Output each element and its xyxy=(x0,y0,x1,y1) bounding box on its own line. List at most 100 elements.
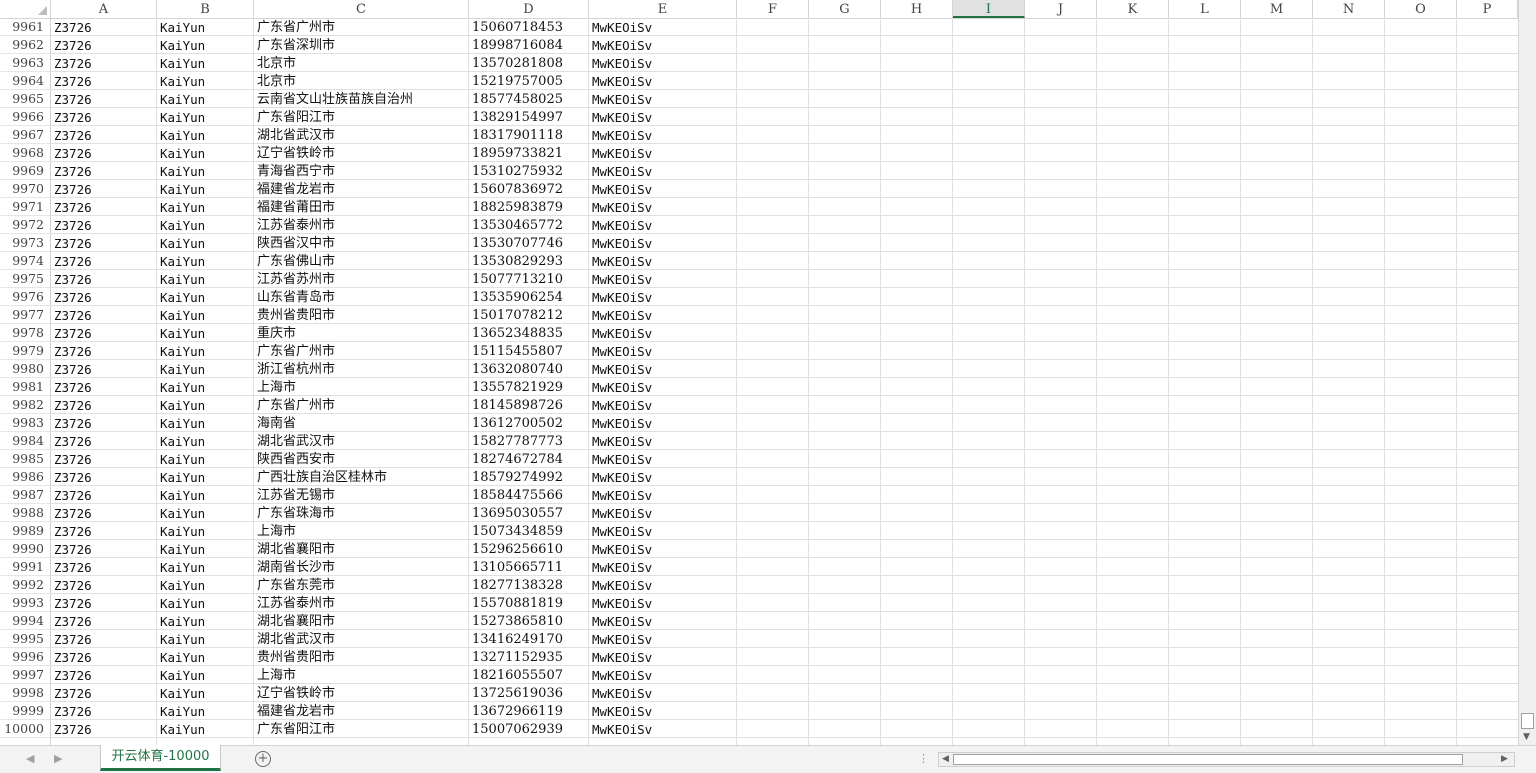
cell-a[interactable]: Z3726 xyxy=(51,666,156,684)
cell-a[interactable]: Z3726 xyxy=(51,342,156,360)
row-header[interactable]: 9976 xyxy=(0,288,51,306)
vertical-dots-icon[interactable]: ⋮ xyxy=(918,752,929,765)
row-header[interactable]: 9972 xyxy=(0,216,51,234)
cell-e[interactable]: MwKEOiSv xyxy=(589,432,736,450)
cell-b[interactable]: KaiYun xyxy=(157,594,253,612)
row-header[interactable]: 9985 xyxy=(0,450,51,468)
cell-c[interactable]: 福建省龙岩市 xyxy=(254,180,468,198)
cell-d[interactable]: 13530829293 xyxy=(469,252,588,270)
cell-a[interactable]: Z3726 xyxy=(51,648,156,666)
cell-a[interactable]: Z3726 xyxy=(51,432,156,450)
cell-a[interactable]: Z3726 xyxy=(51,252,156,270)
cell-a[interactable]: Z3726 xyxy=(51,180,156,198)
cell-d[interactable]: 15060718453 xyxy=(469,18,588,36)
cell-a[interactable]: Z3726 xyxy=(51,144,156,162)
cell-e[interactable]: MwKEOiSv xyxy=(589,468,736,486)
cell-c[interactable]: 北京市 xyxy=(254,72,468,90)
cell-c[interactable]: 辽宁省铁岭市 xyxy=(254,684,468,702)
sheet-tab-active[interactable]: 开云体育-10000 xyxy=(100,745,221,771)
cell-d[interactable]: 13105665711 xyxy=(469,558,588,576)
cell-b[interactable]: KaiYun xyxy=(157,648,253,666)
cell-b[interactable]: KaiYun xyxy=(157,684,253,702)
cell-e[interactable]: MwKEOiSv xyxy=(589,360,736,378)
cell-c[interactable]: 福建省龙岩市 xyxy=(254,702,468,720)
cell-b[interactable]: KaiYun xyxy=(157,360,253,378)
cell-e[interactable]: MwKEOiSv xyxy=(589,180,736,198)
cell-a[interactable]: Z3726 xyxy=(51,234,156,252)
scroll-right-arrow-icon[interactable]: ▶ xyxy=(1501,753,1508,766)
row-header[interactable]: 9988 xyxy=(0,504,51,522)
row-header[interactable]: 9983 xyxy=(0,414,51,432)
cell-c[interactable]: 浙江省杭州市 xyxy=(254,360,468,378)
cell-c[interactable]: 广东省佛山市 xyxy=(254,252,468,270)
plus-circle-icon[interactable]: + xyxy=(255,751,271,767)
row-header[interactable]: 9968 xyxy=(0,144,51,162)
column-header-k[interactable]: K xyxy=(1097,0,1169,18)
cell-b[interactable]: KaiYun xyxy=(157,306,253,324)
cell-a[interactable]: Z3726 xyxy=(51,324,156,342)
row-header[interactable]: 9999 xyxy=(0,702,51,720)
cell-a[interactable]: Z3726 xyxy=(51,396,156,414)
cell-a[interactable]: Z3726 xyxy=(51,468,156,486)
cell-b[interactable]: KaiYun xyxy=(157,198,253,216)
cell-c[interactable]: 上海市 xyxy=(254,666,468,684)
cell-d[interactable]: 13271152935 xyxy=(469,648,588,666)
cell-c[interactable]: 湖北省襄阳市 xyxy=(254,540,468,558)
cell-c[interactable]: 江苏省泰州市 xyxy=(254,594,468,612)
cell-e[interactable]: MwKEOiSv xyxy=(589,54,736,72)
cell-e[interactable]: MwKEOiSv xyxy=(589,198,736,216)
row-header[interactable]: 9962 xyxy=(0,36,51,54)
row-header[interactable]: 9964 xyxy=(0,72,51,90)
cell-c[interactable]: 云南省文山壮族苗族自治州 xyxy=(254,90,468,108)
cell-d[interactable]: 18277138328 xyxy=(469,576,588,594)
row-header[interactable]: 9992 xyxy=(0,576,51,594)
cell-e[interactable]: MwKEOiSv xyxy=(589,558,736,576)
row-header[interactable]: 9994 xyxy=(0,612,51,630)
column-header-d[interactable]: D xyxy=(469,0,589,18)
cell-b[interactable]: KaiYun xyxy=(157,630,253,648)
cell-e[interactable]: MwKEOiSv xyxy=(589,216,736,234)
cell-c[interactable]: 广东省深圳市 xyxy=(254,36,468,54)
cell-b[interactable]: KaiYun xyxy=(157,576,253,594)
cell-d[interactable]: 18145898726 xyxy=(469,396,588,414)
cell-b[interactable]: KaiYun xyxy=(157,54,253,72)
cell-a[interactable]: Z3726 xyxy=(51,216,156,234)
cell-b[interactable]: KaiYun xyxy=(157,414,253,432)
cell-c[interactable]: 贵州省贵阳市 xyxy=(254,648,468,666)
cell-b[interactable]: KaiYun xyxy=(157,666,253,684)
cell-d[interactable]: 15273865810 xyxy=(469,612,588,630)
cell-e[interactable]: MwKEOiSv xyxy=(589,684,736,702)
row-header[interactable]: 9989 xyxy=(0,522,51,540)
cell-d[interactable]: 15115455807 xyxy=(469,342,588,360)
cell-b[interactable]: KaiYun xyxy=(157,216,253,234)
cell-e[interactable]: MwKEOiSv xyxy=(589,414,736,432)
cell-d[interactable]: 15570881819 xyxy=(469,594,588,612)
cell-d[interactable]: 13557821929 xyxy=(469,378,588,396)
cell-d[interactable]: 13416249170 xyxy=(469,630,588,648)
row-header[interactable]: 9993 xyxy=(0,594,51,612)
cell-a[interactable]: Z3726 xyxy=(51,612,156,630)
horizontal-scrollbar[interactable]: ◀ ▶ xyxy=(938,752,1515,767)
cell-a[interactable]: Z3726 xyxy=(51,450,156,468)
cell-b[interactable]: KaiYun xyxy=(157,432,253,450)
cell-d[interactable]: 13612700502 xyxy=(469,414,588,432)
cell-c[interactable]: 上海市 xyxy=(254,522,468,540)
cell-a[interactable]: Z3726 xyxy=(51,504,156,522)
cell-b[interactable]: KaiYun xyxy=(157,126,253,144)
cell-a[interactable]: Z3726 xyxy=(51,306,156,324)
cell-a[interactable]: Z3726 xyxy=(51,288,156,306)
cell-d[interactable]: 18317901118 xyxy=(469,126,588,144)
cell-a[interactable]: Z3726 xyxy=(51,486,156,504)
chevron-left-icon[interactable]: ◀ xyxy=(26,752,34,765)
cell-d[interactable]: 18579274992 xyxy=(469,468,588,486)
cell-c[interactable]: 广东省广州市 xyxy=(254,396,468,414)
cell-b[interactable]: KaiYun xyxy=(157,486,253,504)
cell-b[interactable]: KaiYun xyxy=(157,522,253,540)
cell-d[interactable]: 15607836972 xyxy=(469,180,588,198)
cell-a[interactable]: Z3726 xyxy=(51,522,156,540)
cell-b[interactable]: KaiYun xyxy=(157,90,253,108)
cell-b[interactable]: KaiYun xyxy=(157,702,253,720)
row-header[interactable]: 9991 xyxy=(0,558,51,576)
column-header-n[interactable]: N xyxy=(1313,0,1385,18)
cell-c[interactable]: 湖北省襄阳市 xyxy=(254,612,468,630)
